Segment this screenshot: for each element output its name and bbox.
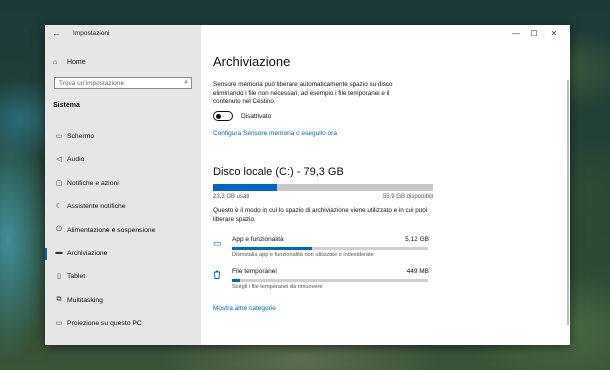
- sidebar: ⌂ Home Trova un'impostazione ⌕ Sistema ▭…: [45, 25, 201, 345]
- storage-icon: ▬: [55, 249, 63, 256]
- category-apps[interactable]: ▭ App e funzionalità 5,12 GB Disinstalla…: [213, 236, 433, 266]
- category-size: 5,12 GB: [405, 236, 429, 243]
- sidebar-item-notifiche-e-azioni[interactable]: ▢ Notifiche e azioni: [45, 174, 201, 194]
- sidebar-item-label: Multitasking: [67, 296, 103, 304]
- storage-sense-toggle[interactable]: [213, 111, 233, 121]
- trash-icon: [213, 270, 221, 281]
- sidebar-item-label: Assistente notifiche: [67, 203, 126, 211]
- disk-free-label: 55,9 GB disponibili: [382, 194, 433, 200]
- sidebar-item-multitasking[interactable]: ⧉ Multitasking: [45, 291, 201, 311]
- show-more-categories-link[interactable]: Mostra altre categorie: [213, 305, 276, 312]
- projection-icon: ▭: [55, 320, 63, 328]
- sidebar-home[interactable]: ⌂ Home: [53, 59, 86, 66]
- category-description: Scegli i file temporanei da rimuovere: [232, 284, 323, 290]
- sidebar-item-assistente-notifiche[interactable]: ☾ Assistente notifiche: [45, 197, 201, 217]
- disk-title: Disco locale (C:) - 79,3 GB: [213, 166, 344, 178]
- disk-used-label: 23,3 GB usati: [213, 194, 250, 200]
- disk-usage-bar: [213, 184, 433, 191]
- sidebar-item-schermo[interactable]: ▭ Schermo: [45, 127, 201, 147]
- main-content: Archiviazione Sensore memoria può libera…: [201, 25, 570, 345]
- multitasking-icon: ⧉: [56, 295, 62, 303]
- home-icon: ⌂: [53, 59, 58, 66]
- apps-icon: ▭: [213, 238, 222, 248]
- sidebar-item-label: Notifiche e azioni: [67, 179, 119, 187]
- disk-explanation: Questo è il modo in cui lo spazio di arc…: [213, 207, 428, 223]
- sidebar-item-label: Tablet: [67, 273, 86, 281]
- search-icon: ⌕: [184, 79, 188, 86]
- sidebar-home-label: Home: [66, 59, 86, 66]
- sidebar-item-proiezione-su-questo-pc[interactable]: ▭ Proiezione su questo PC: [45, 314, 201, 334]
- notification-icon: ▢: [55, 179, 63, 187]
- category-name: App e funzionalità: [232, 236, 284, 243]
- moon-icon: ☾: [55, 203, 63, 211]
- power-icon: ⏻: [56, 225, 62, 233]
- sidebar-item-label: Schermo: [67, 133, 95, 140]
- sidebar-item-audio[interactable]: ◁ Audio: [45, 150, 201, 170]
- monitor-icon: ▭: [55, 133, 63, 140]
- sidebar-item-tablet[interactable]: ▯ Tablet: [45, 267, 201, 287]
- category-name: File temporanei: [232, 268, 277, 275]
- category-temp-files[interactable]: File temporanei 449 MB Scegli i file tem…: [213, 268, 433, 298]
- window-title: Impostazioni: [73, 30, 110, 37]
- category-bar: [232, 279, 428, 282]
- tablet-icon: ▯: [57, 273, 61, 281]
- sidebar-item-archiviazione[interactable]: ▬ Archiviazione: [45, 244, 201, 264]
- settings-window: ⌂ Home Trova un'impostazione ⌕ Sistema ▭…: [45, 25, 570, 345]
- sidebar-item-label: Audio: [67, 156, 85, 164]
- scrollbar[interactable]: [567, 80, 569, 325]
- search-input[interactable]: Trova un'impostazione ⌕: [54, 77, 192, 89]
- sidebar-item-label: Archiviazione: [67, 250, 108, 257]
- page-title: Archiviazione: [213, 54, 291, 69]
- active-indicator: [45, 248, 47, 260]
- speaker-icon: ◁: [56, 156, 62, 164]
- configure-storage-sense-link[interactable]: Configura Sensore memoria o eseguilo ora: [213, 130, 337, 137]
- category-bar: [232, 247, 428, 250]
- category-size: 449 MB: [406, 268, 429, 275]
- disk-usage-fill: [213, 184, 277, 191]
- sidebar-item-alimentazione-e-sospensione[interactable]: ⏻ Alimentazione e sospensione: [45, 221, 201, 241]
- sidebar-item-label: Proiezione su questo PC: [67, 320, 142, 328]
- toggle-knob: [216, 113, 221, 119]
- sidebar-item-label: Alimentazione e sospensione: [67, 226, 156, 234]
- category-description: Disinstalla app e funzionalità non utili…: [232, 252, 374, 258]
- toggle-state-label: Disattivato: [241, 113, 272, 120]
- back-arrow-icon[interactable]: ←: [52, 28, 61, 38]
- storage-sense-description: Sensore memoria può liberare automaticam…: [213, 81, 393, 106]
- category-bar-fill: [232, 247, 313, 250]
- sidebar-section-title: Sistema: [53, 102, 80, 109]
- category-bar-fill: [232, 279, 240, 282]
- search-placeholder: Trova un'impostazione: [59, 80, 124, 87]
